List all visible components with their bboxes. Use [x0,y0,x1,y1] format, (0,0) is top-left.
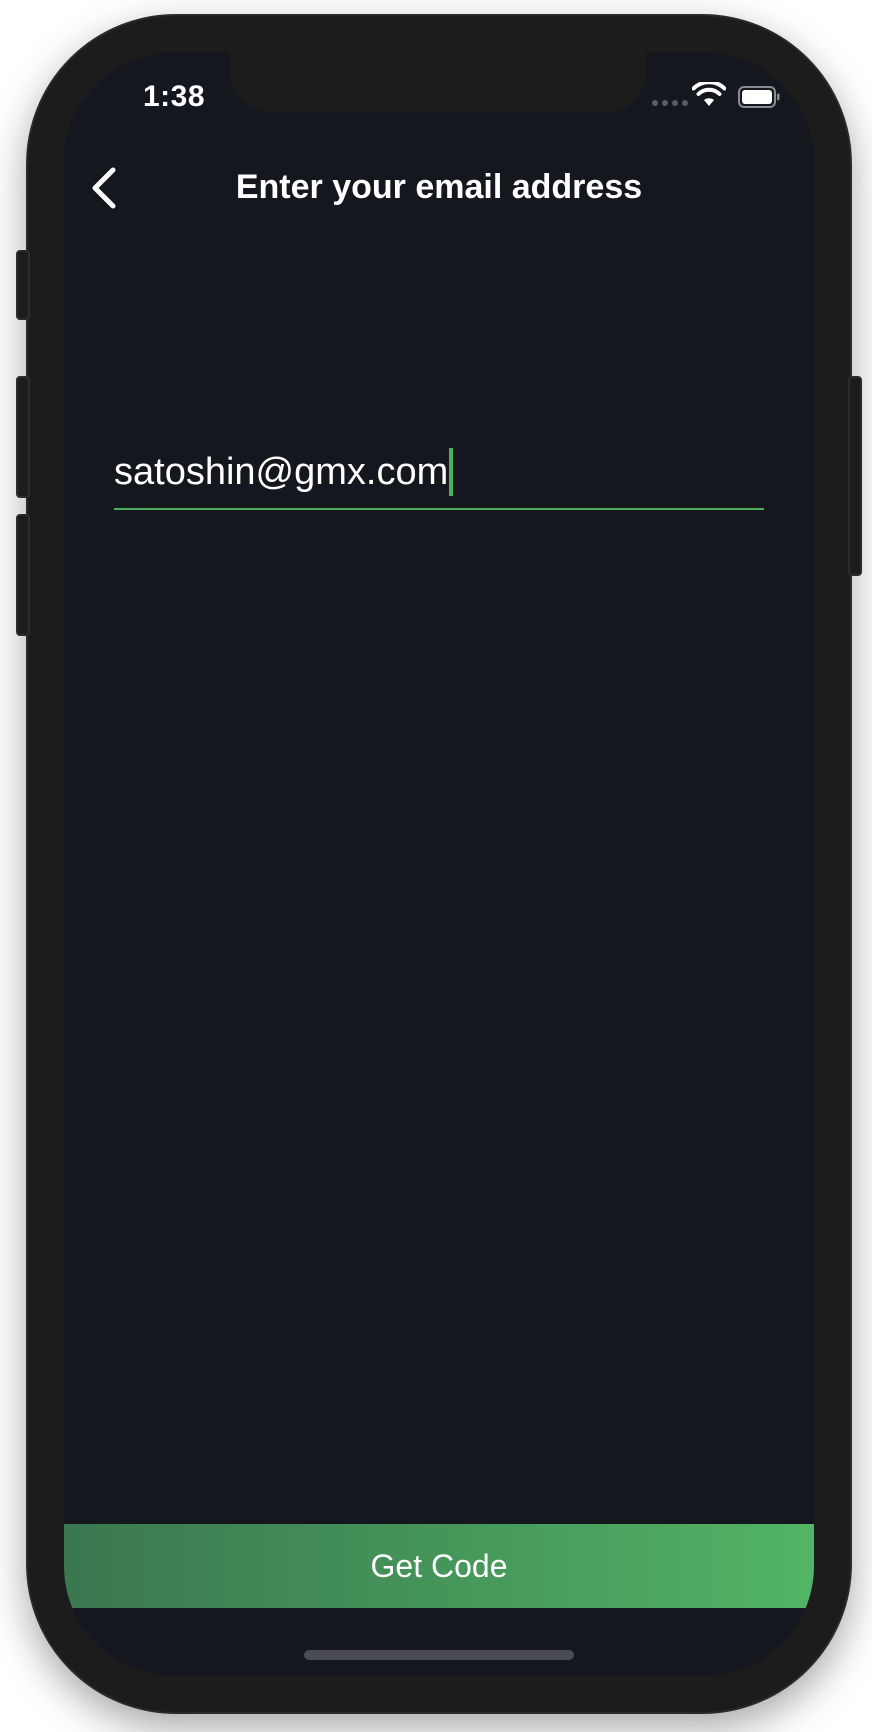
email-field-underline [114,508,764,510]
cellular-signal-icon [652,100,688,106]
page-title: Enter your email address [235,168,643,206]
app-screen: 1:38 Enter your email address satoshin@g… [64,52,814,1676]
mute-switch [16,250,30,320]
volume-up-button [16,376,30,498]
text-caret [449,448,454,496]
battery-icon [738,86,780,108]
power-button [848,376,862,576]
wifi-icon [692,82,726,106]
email-field[interactable]: satoshin@gmx.com [114,442,764,502]
get-code-button[interactable]: Get Code [64,1524,814,1608]
email-field-wrapper: satoshin@gmx.com [114,442,764,510]
email-value: satoshin@gmx.com [114,451,449,493]
get-code-label: Get Code [370,1547,508,1584]
device-notch [230,52,646,112]
status-time: 1:38 [142,80,206,113]
home-indicator [304,1650,574,1660]
volume-down-button [16,514,30,636]
